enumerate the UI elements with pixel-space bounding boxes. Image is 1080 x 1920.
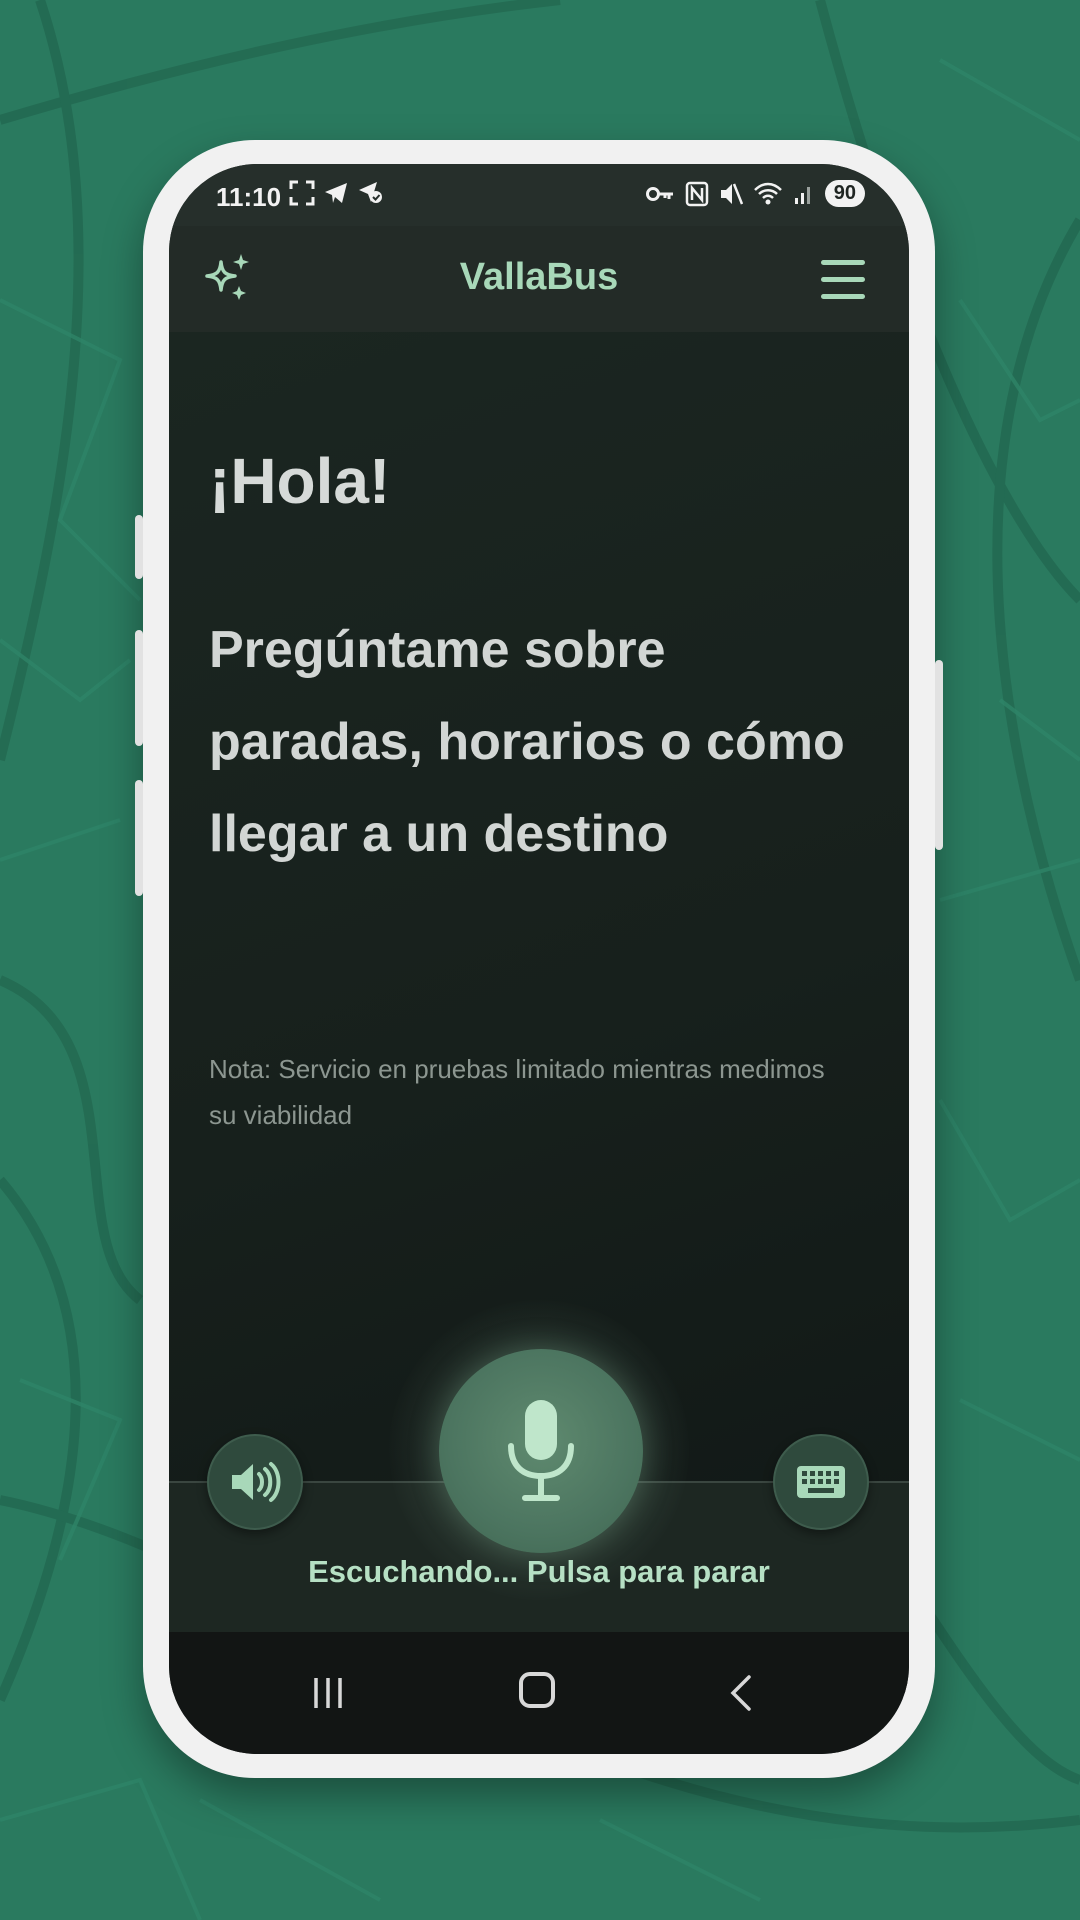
screenshot-icon xyxy=(289,180,315,206)
speaker-icon xyxy=(232,1462,281,1502)
status-time: 11:10 xyxy=(216,182,282,212)
menu-icon[interactable] xyxy=(821,260,865,300)
wifi-icon xyxy=(753,182,782,204)
greeting-heading: ¡Hola! xyxy=(209,445,391,517)
recents-icon[interactable] xyxy=(310,1676,346,1710)
vpn-key-icon xyxy=(645,186,673,201)
battery-indicator: 90 xyxy=(824,180,865,207)
status-icons-left xyxy=(289,180,383,206)
power-button xyxy=(135,515,143,579)
app-header: VallaBus xyxy=(169,226,909,332)
telegram-icon xyxy=(325,183,347,203)
side-key xyxy=(935,660,943,850)
phone-frame: 11:10 90 VallaBus ¡Hola! Pregúntame sobr… xyxy=(135,140,943,1778)
mute-icon xyxy=(720,183,743,204)
volume-up-button xyxy=(135,630,143,746)
back-icon[interactable] xyxy=(725,1674,755,1712)
listening-status[interactable]: Escuchando... Pulsa para parar xyxy=(169,1554,909,1590)
keyboard-button[interactable] xyxy=(773,1434,869,1530)
speaker-button[interactable] xyxy=(207,1434,303,1530)
status-icons-right: 90 xyxy=(645,180,865,207)
mic-button[interactable] xyxy=(439,1349,643,1553)
nfc-icon xyxy=(685,181,708,206)
service-note: Nota: Servicio en pruebas limitado mient… xyxy=(209,1054,825,1130)
prompt-text: Pregúntame sobre paradas, horarios o cóm… xyxy=(209,621,845,863)
keyboard-icon xyxy=(797,1466,845,1498)
location-check-icon xyxy=(359,182,382,203)
microphone-icon xyxy=(508,1400,574,1501)
phone-screen: 11:10 90 VallaBus ¡Hola! Pregúntame sobr… xyxy=(169,164,909,1754)
status-bar: 11:10 90 xyxy=(169,164,909,226)
system-nav-bar xyxy=(169,1632,909,1754)
app-title: VallaBus xyxy=(459,256,619,298)
signal-icon xyxy=(794,186,810,204)
volume-down-button xyxy=(135,780,143,896)
home-icon[interactable] xyxy=(519,1672,555,1708)
